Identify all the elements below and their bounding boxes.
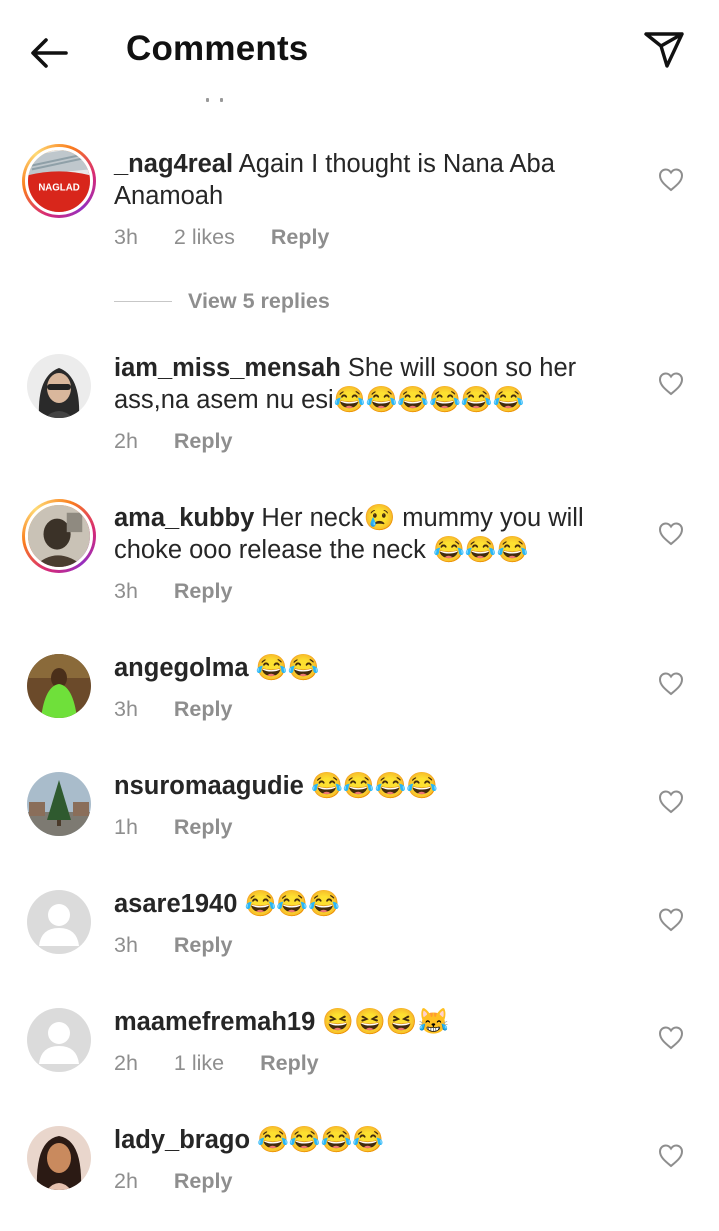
comment-meta: 2h Reply bbox=[114, 1169, 262, 1194]
reply-button[interactable]: Reply bbox=[174, 933, 233, 957]
comment-text-block: iam_miss_mensah She will soon so her ass… bbox=[114, 352, 614, 416]
comment-likes[interactable]: 2 likes bbox=[174, 225, 235, 249]
comment-text-block: maamefremah19 😆😆😆😹 bbox=[114, 1006, 614, 1038]
comment-meta: 2h Reply bbox=[114, 429, 262, 454]
heart-outline-icon[interactable] bbox=[657, 370, 685, 398]
reply-button[interactable]: Reply bbox=[174, 579, 233, 603]
comment-meta: 3h 2 likes Reply bbox=[114, 225, 359, 250]
page-title: Comments bbox=[126, 29, 309, 68]
comment-time: 1h bbox=[114, 815, 138, 839]
heart-outline-icon[interactable] bbox=[657, 1024, 685, 1052]
heart-outline-icon[interactable] bbox=[657, 906, 685, 934]
back-arrow-icon[interactable] bbox=[26, 30, 72, 76]
comment-time: 3h bbox=[114, 225, 138, 249]
view-replies-label: View 5 replies bbox=[188, 288, 330, 313]
comment-meta: 2h 1 like Reply bbox=[114, 1051, 349, 1076]
comment-text: 😆😆😆😹 bbox=[322, 1008, 450, 1036]
header-bar: Comments bbox=[0, 0, 719, 102]
comment-meta: 3h Reply bbox=[114, 697, 262, 722]
comment-time: 3h bbox=[114, 579, 138, 603]
comment-text-block: lady_brago 😂😂😂😂 bbox=[114, 1124, 614, 1156]
comment-text: 😂😂😂😂 bbox=[310, 772, 438, 800]
comment-username[interactable]: maamefremah19 bbox=[114, 1008, 315, 1036]
previous-comment-peek bbox=[200, 92, 230, 102]
reply-button[interactable]: Reply bbox=[260, 1051, 319, 1075]
heart-outline-icon[interactable] bbox=[657, 520, 685, 548]
reply-button[interactable]: Reply bbox=[174, 1169, 233, 1193]
reply-button[interactable]: Reply bbox=[174, 697, 233, 721]
comment-likes[interactable]: 1 like bbox=[174, 1051, 224, 1075]
comment-time: 2h bbox=[114, 1051, 138, 1075]
comment-text-block: angegolma 😂😂 bbox=[114, 652, 614, 684]
comment-username[interactable]: lady_brago bbox=[114, 1126, 250, 1154]
avatar[interactable]: NAGLAD bbox=[22, 144, 96, 218]
svg-text:NAGLAD: NAGLAD bbox=[38, 183, 79, 194]
heart-outline-icon[interactable] bbox=[657, 166, 685, 194]
comment-meta: 3h Reply bbox=[114, 579, 262, 604]
comment-time: 3h bbox=[114, 697, 138, 721]
comment-text-block: _nag4real Again I thought is Nana Aba An… bbox=[114, 148, 614, 212]
comment-text: 😂😂😂😂 bbox=[257, 1126, 385, 1154]
comment-username[interactable]: ama_kubby bbox=[114, 504, 254, 532]
comment-meta: 1h Reply bbox=[114, 815, 262, 840]
avatar[interactable] bbox=[27, 1008, 91, 1072]
reply-button[interactable]: Reply bbox=[174, 815, 233, 839]
avatar[interactable] bbox=[27, 354, 91, 418]
comment-text-block: ama_kubby Her neck😢 mummy you will choke… bbox=[114, 502, 614, 566]
comment-username[interactable]: asare1940 bbox=[114, 890, 237, 918]
avatar[interactable] bbox=[22, 499, 96, 573]
comment-username[interactable]: iam_miss_mensah bbox=[114, 354, 341, 382]
avatar[interactable] bbox=[27, 890, 91, 954]
reply-button[interactable]: Reply bbox=[271, 225, 330, 249]
heart-outline-icon[interactable] bbox=[657, 788, 685, 816]
comment-time: 2h bbox=[114, 429, 138, 453]
comment-text-block: asare1940 😂😂😂 bbox=[114, 888, 614, 920]
comment-time: 2h bbox=[114, 1169, 138, 1193]
avatar[interactable] bbox=[27, 1126, 91, 1190]
comment-text: 😂😂😂 bbox=[244, 890, 340, 918]
paper-plane-icon[interactable] bbox=[641, 26, 687, 72]
comment-username[interactable]: _nag4real bbox=[114, 150, 233, 178]
comment-username[interactable]: angegolma bbox=[114, 654, 249, 682]
comment-meta: 3h Reply bbox=[114, 933, 262, 958]
comment-username[interactable]: nsuromaagudie bbox=[114, 772, 304, 800]
view-replies-button[interactable]: View 5 replies bbox=[114, 285, 330, 317]
avatar[interactable] bbox=[27, 654, 91, 718]
avatar[interactable] bbox=[27, 772, 91, 836]
comment-text: 😂😂 bbox=[255, 654, 320, 682]
comment-text-block: nsuromaagudie 😂😂😂😂 bbox=[114, 770, 614, 802]
divider-line bbox=[114, 300, 172, 302]
heart-outline-icon[interactable] bbox=[657, 1142, 685, 1170]
heart-outline-icon[interactable] bbox=[657, 670, 685, 698]
reply-button[interactable]: Reply bbox=[174, 429, 233, 453]
comment-time: 3h bbox=[114, 933, 138, 957]
